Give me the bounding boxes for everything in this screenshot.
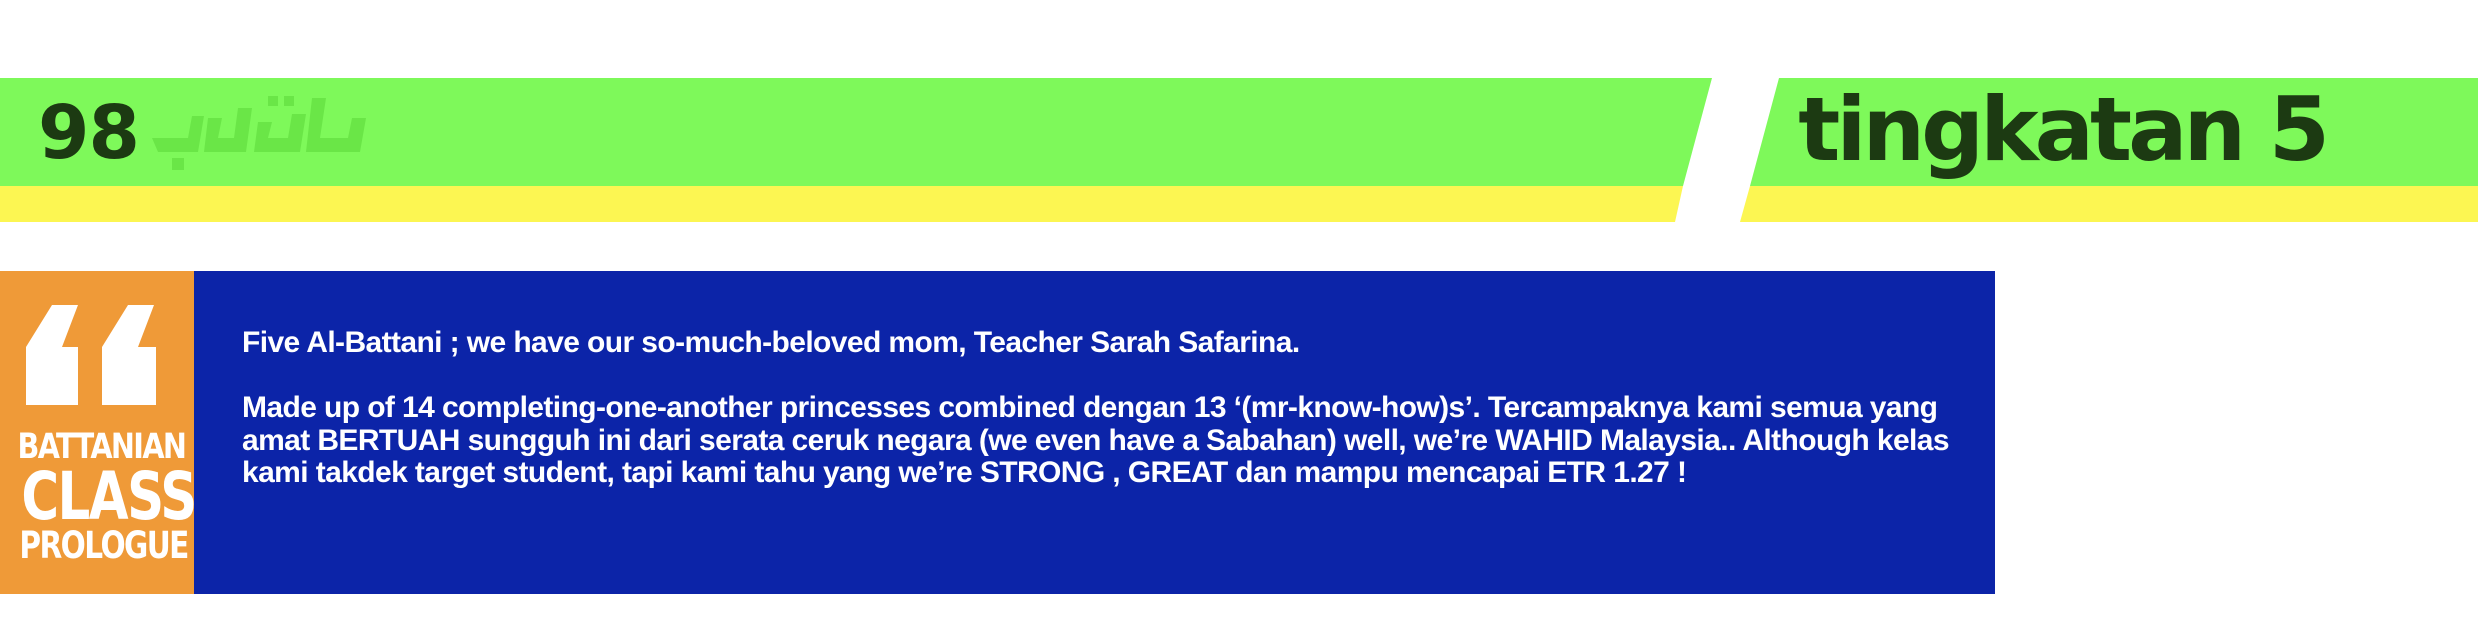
side-label-class: CLASS (21, 458, 197, 535)
banner-yellow-left (0, 186, 1683, 222)
form-title: tingkatan 5 (1798, 78, 2330, 181)
yearbook-page: 98 tingkatan 5 BATTANIAN CLASS PROLOGUE … (0, 0, 2478, 628)
jawi-watermark-icon (152, 96, 366, 170)
banner-yellow-right (1740, 186, 2478, 222)
side-label-prologue: PROLOGUE (19, 524, 189, 567)
prologue-paragraph: Made up of 14 completing-one-another pri… (242, 391, 1950, 489)
prologue-side-panel: BATTANIAN CLASS PROLOGUE (0, 271, 197, 594)
prologue-paragraph: Five Al-Battani ; we have our so-much-be… (242, 326, 1300, 359)
page-number: 98 (38, 90, 140, 176)
open-quote-icon (26, 305, 156, 405)
prologue-card: BATTANIAN CLASS PROLOGUE Five Al-Battani… (0, 271, 1995, 594)
prologue-text: Five Al-Battani ; we have our so-much-be… (242, 325, 1962, 490)
